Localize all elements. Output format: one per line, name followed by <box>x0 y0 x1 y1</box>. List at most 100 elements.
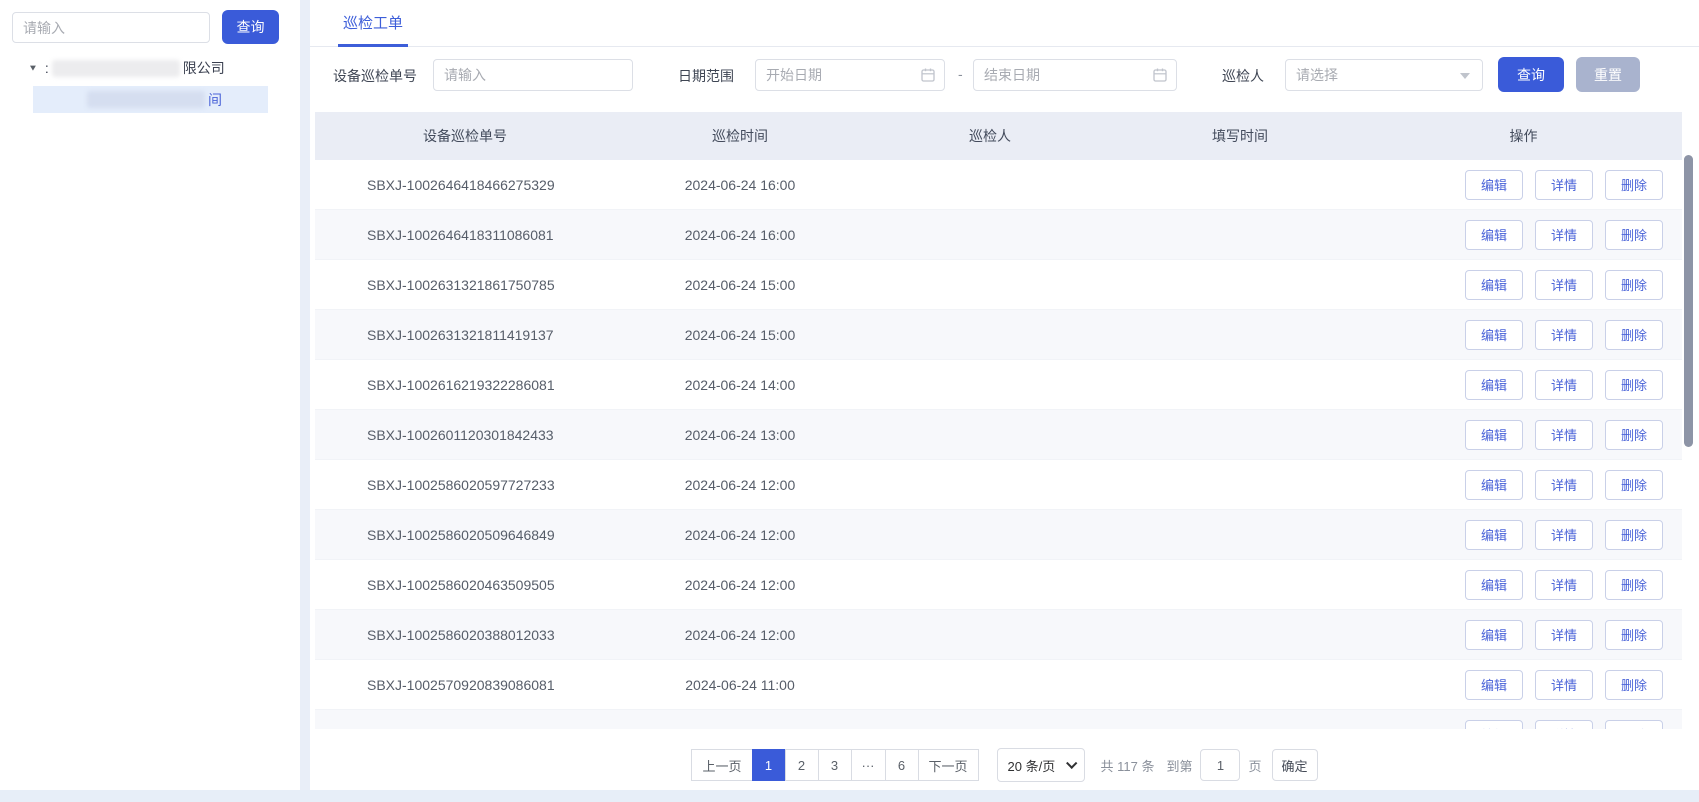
table-row[interactable]: SBXJ-1002586020597727233 2024-06-24 12:0… <box>315 460 1682 510</box>
edit-button[interactable]: 编辑 <box>1465 570 1523 600</box>
detail-button[interactable]: 详情 <box>1535 220 1593 250</box>
tree-expand-caret-icon[interactable]: ▼ <box>28 63 38 72</box>
delete-button[interactable]: 删除 <box>1605 420 1663 450</box>
table-row[interactable]: SBXJ-1002586020463509505 2024-06-24 12:0… <box>315 560 1682 610</box>
edit-button[interactable]: 编辑 <box>1465 670 1523 700</box>
cell-order-no: SBXJ-1002646418311086081 <box>315 227 615 243</box>
goto-page-input[interactable] <box>1200 749 1240 781</box>
orders-table: 设备巡检单号 巡检时间 巡检人 填写时间 操作 SBXJ-10026464184… <box>315 112 1682 729</box>
cell-order-no: SBXJ-1002601120301842433 <box>315 427 615 443</box>
cell-actions: 编辑详情删除 <box>1365 520 1682 550</box>
filter-search-button[interactable]: 查询 <box>1498 57 1564 92</box>
detail-button[interactable]: 详情 <box>1535 570 1593 600</box>
delete-button[interactable]: 删除 <box>1605 270 1663 300</box>
edit-button[interactable]: 编辑 <box>1465 170 1523 200</box>
start-date-input[interactable] <box>755 59 945 91</box>
delete-button[interactable]: 删除 <box>1605 620 1663 650</box>
table-row[interactable]: SBXJ-1002631321861750785 2024-06-24 15:0… <box>315 260 1682 310</box>
table-row[interactable]: SBXJ-1002586020388012033 2024-06-24 12:0… <box>315 610 1682 660</box>
page-ellipsis-button[interactable]: ··· <box>851 749 886 781</box>
cell-actions: 编辑详情删除 <box>1365 270 1682 300</box>
page-number-button[interactable]: 6 <box>885 749 919 781</box>
delete-button[interactable]: 删除 <box>1605 520 1663 550</box>
sidebar-main-divider <box>300 0 310 790</box>
app-root: 查询 ▼ : 限公司 间 巡检工单 设备巡检单号 日期范围 <box>0 0 1699 802</box>
filter-reset-button[interactable]: 重置 <box>1576 57 1640 92</box>
edit-button[interactable]: 编辑 <box>1465 270 1523 300</box>
cell-inspect-time: 2024-06-24 12:00 <box>615 627 865 643</box>
table-row[interactable]: SBXJ-1002616219322286081 2024-06-24 14:0… <box>315 360 1682 410</box>
order-no-input[interactable] <box>433 59 633 91</box>
table-row[interactable]: SBXJ-1002646418466275329 2024-06-24 16:0… <box>315 160 1682 210</box>
tree-child-label: 间 <box>208 90 222 110</box>
vertical-scrollbar-thumb[interactable] <box>1684 155 1693 447</box>
col-header-order-no: 设备巡检单号 <box>315 126 615 146</box>
start-date-picker[interactable] <box>755 59 945 91</box>
edit-button[interactable]: 编辑 <box>1465 470 1523 500</box>
tab-inspection-orders[interactable]: 巡检工单 <box>338 0 408 47</box>
tree-child-node-selected[interactable]: 间 <box>33 86 268 113</box>
chevron-down-icon <box>1460 73 1470 79</box>
detail-button[interactable]: 详情 <box>1535 620 1593 650</box>
delete-button[interactable]: 删除 <box>1605 220 1663 250</box>
org-tree-sidebar: 查询 ▼ : 限公司 间 <box>0 0 300 790</box>
delete-button[interactable]: 删除 <box>1605 570 1663 600</box>
delete-button[interactable]: 删除 <box>1605 470 1663 500</box>
edit-button[interactable]: 编辑 <box>1465 520 1523 550</box>
cell-order-no: SBXJ-1002586020509646849 <box>315 527 615 543</box>
edit-button[interactable]: 编辑 <box>1465 370 1523 400</box>
table-row[interactable]: SBXJ-1002586020509646849 2024-06-24 12:0… <box>315 510 1682 560</box>
page-size-select[interactable]: 20 条/页 <box>997 748 1085 782</box>
cell-actions: 编辑详情删除 <box>1365 620 1682 650</box>
detail-button[interactable]: 详情 <box>1535 170 1593 200</box>
date-range-label: 日期范围 <box>678 66 734 86</box>
cell-order-no: SBXJ-1002631321811419137 <box>315 327 615 343</box>
page-number-button[interactable]: 3 <box>818 749 852 781</box>
detail-button[interactable]: 详情 <box>1535 720 1593 730</box>
prev-page-button[interactable]: 上一页 <box>691 749 752 781</box>
table-row[interactable]: SBXJ-1002631321811419137 2024-06-24 15:0… <box>315 310 1682 360</box>
page-size-value: 20 条/页 <box>1008 756 1056 775</box>
edit-button[interactable]: 编辑 <box>1465 720 1523 730</box>
sidebar-search-input[interactable] <box>12 12 210 43</box>
end-date-picker[interactable] <box>973 59 1177 91</box>
inspector-select[interactable]: 请选择 <box>1285 59 1483 91</box>
delete-button[interactable]: 删除 <box>1605 720 1663 730</box>
redacted-text-block <box>87 91 205 108</box>
date-range-separator: - <box>958 66 963 82</box>
detail-button[interactable]: 详情 <box>1535 370 1593 400</box>
cell-inspect-time: 2024-06-24 16:00 <box>615 177 865 193</box>
cell-order-no: SBXJ-1002586020597727233 <box>315 477 615 493</box>
edit-button[interactable]: 编辑 <box>1465 620 1523 650</box>
cell-actions: 编辑 详情 删除 <box>1365 720 1682 730</box>
goto-confirm-button[interactable]: 确定 <box>1272 749 1318 781</box>
cell-inspect-time: 2024-06-24 13:00 <box>615 427 865 443</box>
delete-button[interactable]: 删除 <box>1605 320 1663 350</box>
sidebar-search-button[interactable]: 查询 <box>222 10 279 44</box>
detail-button[interactable]: 详情 <box>1535 270 1593 300</box>
table-row[interactable]: 编辑 详情 删除 <box>315 710 1682 729</box>
detail-button[interactable]: 详情 <box>1535 320 1593 350</box>
cell-inspect-time: 2024-06-24 14:00 <box>615 377 865 393</box>
table-row[interactable]: SBXJ-1002601120301842433 2024-06-24 13:0… <box>315 410 1682 460</box>
detail-button[interactable]: 详情 <box>1535 670 1593 700</box>
cell-actions: 编辑详情删除 <box>1365 420 1682 450</box>
table-row[interactable]: SBXJ-1002570920839086081 2024-06-24 11:0… <box>315 660 1682 710</box>
next-page-button[interactable]: 下一页 <box>918 749 979 781</box>
delete-button[interactable]: 删除 <box>1605 170 1663 200</box>
edit-button[interactable]: 编辑 <box>1465 220 1523 250</box>
delete-button[interactable]: 删除 <box>1605 370 1663 400</box>
edit-button[interactable]: 编辑 <box>1465 320 1523 350</box>
cell-order-no: SBXJ-1002586020388012033 <box>315 627 615 643</box>
detail-button[interactable]: 详情 <box>1535 520 1593 550</box>
tree-root-node[interactable]: ▼ : 限公司 <box>28 57 225 79</box>
detail-button[interactable]: 详情 <box>1535 420 1593 450</box>
edit-button[interactable]: 编辑 <box>1465 420 1523 450</box>
page-number-button[interactable]: 2 <box>785 749 819 781</box>
end-date-input[interactable] <box>973 59 1177 91</box>
tree-root-prefix: : <box>45 60 49 76</box>
page-number-button[interactable]: 1 <box>752 749 786 781</box>
detail-button[interactable]: 详情 <box>1535 470 1593 500</box>
table-row[interactable]: SBXJ-1002646418311086081 2024-06-24 16:0… <box>315 210 1682 260</box>
delete-button[interactable]: 删除 <box>1605 670 1663 700</box>
